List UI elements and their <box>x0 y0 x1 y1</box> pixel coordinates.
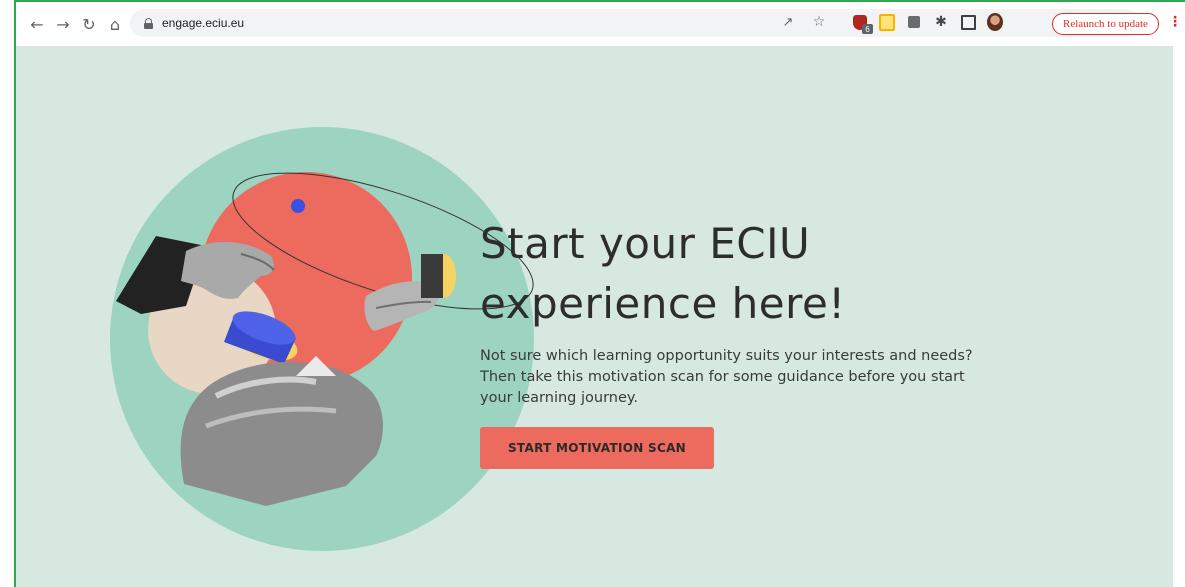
bookmark-star-icon[interactable]: ☆ <box>811 14 827 30</box>
url-text[interactable]: engage.eciu.eu <box>162 16 244 30</box>
window-edge <box>1173 46 1185 587</box>
home-icon[interactable]: ⌂ <box>104 13 126 35</box>
toolbar-icons: ↗ ☆ 6 ✱ <box>783 13 1003 34</box>
hero-headline-line1: Start your ECIU <box>480 219 811 268</box>
yellow-extension-icon[interactable] <box>879 13 895 31</box>
profile-avatar[interactable] <box>987 13 1003 31</box>
shield-badge: 6 <box>862 24 873 34</box>
grey-extension-icon[interactable] <box>906 14 922 30</box>
hero-headline-line2: experience here! <box>480 279 846 328</box>
puzzle-extensions-icon[interactable]: ✱ <box>933 14 949 30</box>
share-icon[interactable]: ↗ <box>780 14 796 30</box>
page-content: Start your ECIU experience here! Not sur… <box>16 46 1173 587</box>
relaunch-button[interactable]: Relaunch to update <box>1052 13 1159 35</box>
side-panel-icon[interactable] <box>960 14 976 30</box>
hero-description: Not sure which learning opportunity suit… <box>480 348 973 406</box>
back-icon[interactable]: ← <box>26 13 48 35</box>
menu-dots-icon[interactable]: ⋮ <box>1168 14 1182 30</box>
reload-icon[interactable]: ↻ <box>78 13 100 35</box>
forward-icon[interactable]: → <box>52 13 74 35</box>
shield-extension-icon[interactable]: 6 <box>852 14 873 34</box>
lock-icon[interactable] <box>144 17 153 29</box>
hero-headline: Start your ECIU experience here! <box>480 214 846 334</box>
start-motivation-scan-button[interactable]: START MOTIVATION SCAN <box>480 427 714 469</box>
